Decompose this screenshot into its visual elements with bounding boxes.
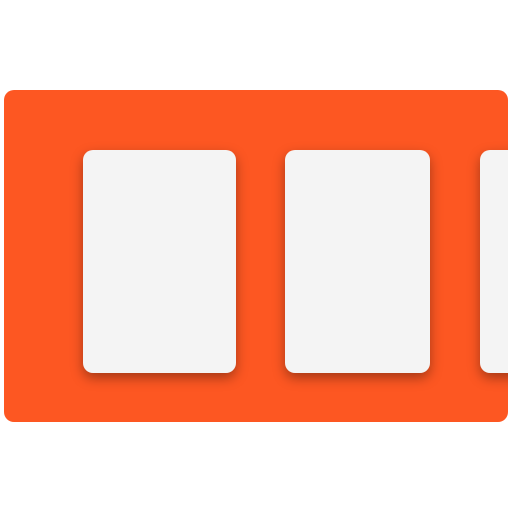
carousel-card-1[interactable] [83, 150, 236, 373]
carousel-panel [4, 90, 508, 422]
carousel-card-3-partial[interactable] [480, 150, 508, 373]
app-icon [0, 0, 512, 512]
carousel-card-2[interactable] [285, 150, 430, 373]
